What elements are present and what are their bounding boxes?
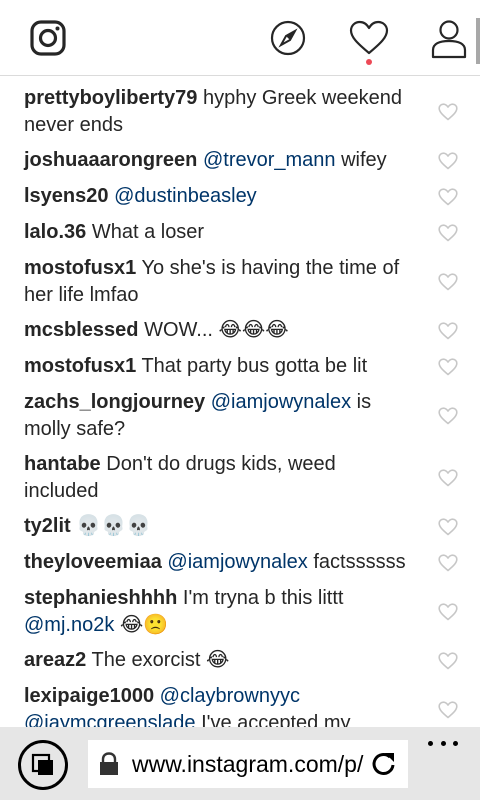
like-heart-icon[interactable]	[438, 468, 458, 487]
comment-row: hantabe Don't do drugs kids, weed includ…	[0, 443, 480, 505]
comment-text: factssssss	[313, 551, 406, 573]
comment-text: That party bus gotta be lit	[141, 355, 368, 377]
like-heart-icon[interactable]	[438, 517, 458, 536]
comment-username[interactable]: stephanieshhhh	[24, 587, 177, 609]
comment-mention-link[interactable]: @iamjowynalex	[167, 551, 307, 573]
comment-text: 💀💀💀	[76, 515, 151, 537]
comment-text: WOW... 😂😂😂	[144, 319, 289, 341]
comment-username[interactable]: ty2lit	[24, 515, 71, 537]
comment-username[interactable]: lsyens20	[24, 185, 109, 207]
comment-username[interactable]: mcsblessed	[24, 319, 139, 341]
comment-row: areaz2 The exorcist 😂	[0, 639, 480, 675]
like-heart-icon[interactable]	[438, 553, 458, 572]
comment-mention-link[interactable]: @trevor_mann	[203, 149, 336, 171]
comment-username[interactable]: zachs_longjourney	[24, 391, 205, 413]
activity-heart-icon[interactable]	[346, 16, 392, 60]
notification-dot	[366, 59, 372, 65]
like-heart-icon[interactable]	[438, 187, 458, 206]
comment-text: 😂🙁	[119, 614, 169, 636]
more-dot	[440, 740, 446, 746]
more-icon[interactable]	[428, 737, 458, 749]
comment-row: mostofusx1 That party bus gotta be lit	[0, 345, 480, 381]
address-bar[interactable]	[88, 740, 408, 788]
explore-compass-icon[interactable]	[266, 16, 310, 60]
comment-username[interactable]: mostofusx1	[24, 257, 136, 279]
like-heart-icon[interactable]	[438, 102, 458, 121]
comment-row: ty2lit 💀💀💀	[0, 505, 480, 541]
instagram-top-bar	[0, 0, 480, 76]
like-heart-icon[interactable]	[438, 700, 458, 719]
comment-mention-link[interactable]: @dustinbeasley	[114, 185, 257, 207]
like-heart-icon[interactable]	[438, 272, 458, 291]
comment-text: I'm tryna b this littt	[182, 587, 344, 609]
reload-icon[interactable]	[370, 750, 398, 778]
like-heart-icon[interactable]	[438, 151, 458, 170]
comment-text: What a loser	[91, 221, 205, 243]
comment-username[interactable]: theyloveemiaa	[24, 551, 162, 573]
like-heart-icon[interactable]	[438, 602, 458, 621]
comment-text: wifey	[341, 149, 387, 171]
comment-row: zachs_longjourney @iamjowynalex is molly…	[0, 381, 480, 443]
comment-username[interactable]: joshuaaarongreen	[24, 149, 197, 171]
more-dot	[453, 740, 458, 746]
comment-row: stephanieshhhh I'm tryna b this littt @m…	[0, 577, 480, 639]
comment-username[interactable]: lalo.36	[24, 221, 86, 243]
comment-row: theyloveemiaa @iamjowynalex factssssss	[0, 541, 480, 577]
profile-person-icon[interactable]	[426, 16, 472, 62]
tabs-icon[interactable]	[18, 740, 68, 790]
comment-mention-link[interactable]: @claybrownyyc	[160, 685, 300, 707]
comment-mention-link[interactable]: @iamjowynalex	[211, 391, 351, 413]
comment-mention-link[interactable]: @mj.no2k	[24, 614, 114, 636]
comment-mention-link[interactable]: @jaymcgreenslade	[24, 712, 196, 727]
browser-bottom-bar	[0, 727, 480, 800]
scrollbar-thumb[interactable]	[476, 18, 480, 64]
url-input[interactable]	[132, 750, 368, 778]
comment-row: mcsblessed WOW... 😂😂😂	[0, 309, 480, 345]
like-heart-icon[interactable]	[438, 651, 458, 670]
comment-row: lsyens20 @dustinbeasley	[0, 175, 480, 211]
like-heart-icon[interactable]	[438, 223, 458, 242]
like-heart-icon[interactable]	[438, 406, 458, 425]
comment-row: mostofusx1 Yo she's is having the time o…	[0, 247, 480, 309]
comment-row: prettyboyliberty79 hyphy Greek weekend n…	[0, 77, 480, 139]
more-dot	[428, 740, 433, 746]
comments-list: prettyboyliberty79 hyphy Greek weekend n…	[0, 77, 480, 727]
comment-username[interactable]: hantabe	[24, 453, 101, 475]
comment-text: I've accepted my	[201, 712, 351, 727]
instagram-logo-icon[interactable]	[28, 18, 68, 58]
comment-text: The exorcist 😂	[91, 649, 230, 671]
like-heart-icon[interactable]	[438, 357, 458, 376]
comment-username[interactable]: areaz2	[24, 649, 86, 671]
comment-username[interactable]: prettyboyliberty79	[24, 87, 197, 109]
lock-icon	[100, 752, 118, 775]
comment-username[interactable]: mostofusx1	[24, 355, 136, 377]
comment-row: joshuaaarongreen @trevor_mann wifey	[0, 139, 480, 175]
like-heart-icon[interactable]	[438, 321, 458, 340]
comment-row: lexipaige1000 @claybrownyyc @jaymcgreens…	[0, 675, 480, 727]
comment-username[interactable]: lexipaige1000	[24, 685, 154, 707]
comment-row: lalo.36 What a loser	[0, 211, 480, 247]
